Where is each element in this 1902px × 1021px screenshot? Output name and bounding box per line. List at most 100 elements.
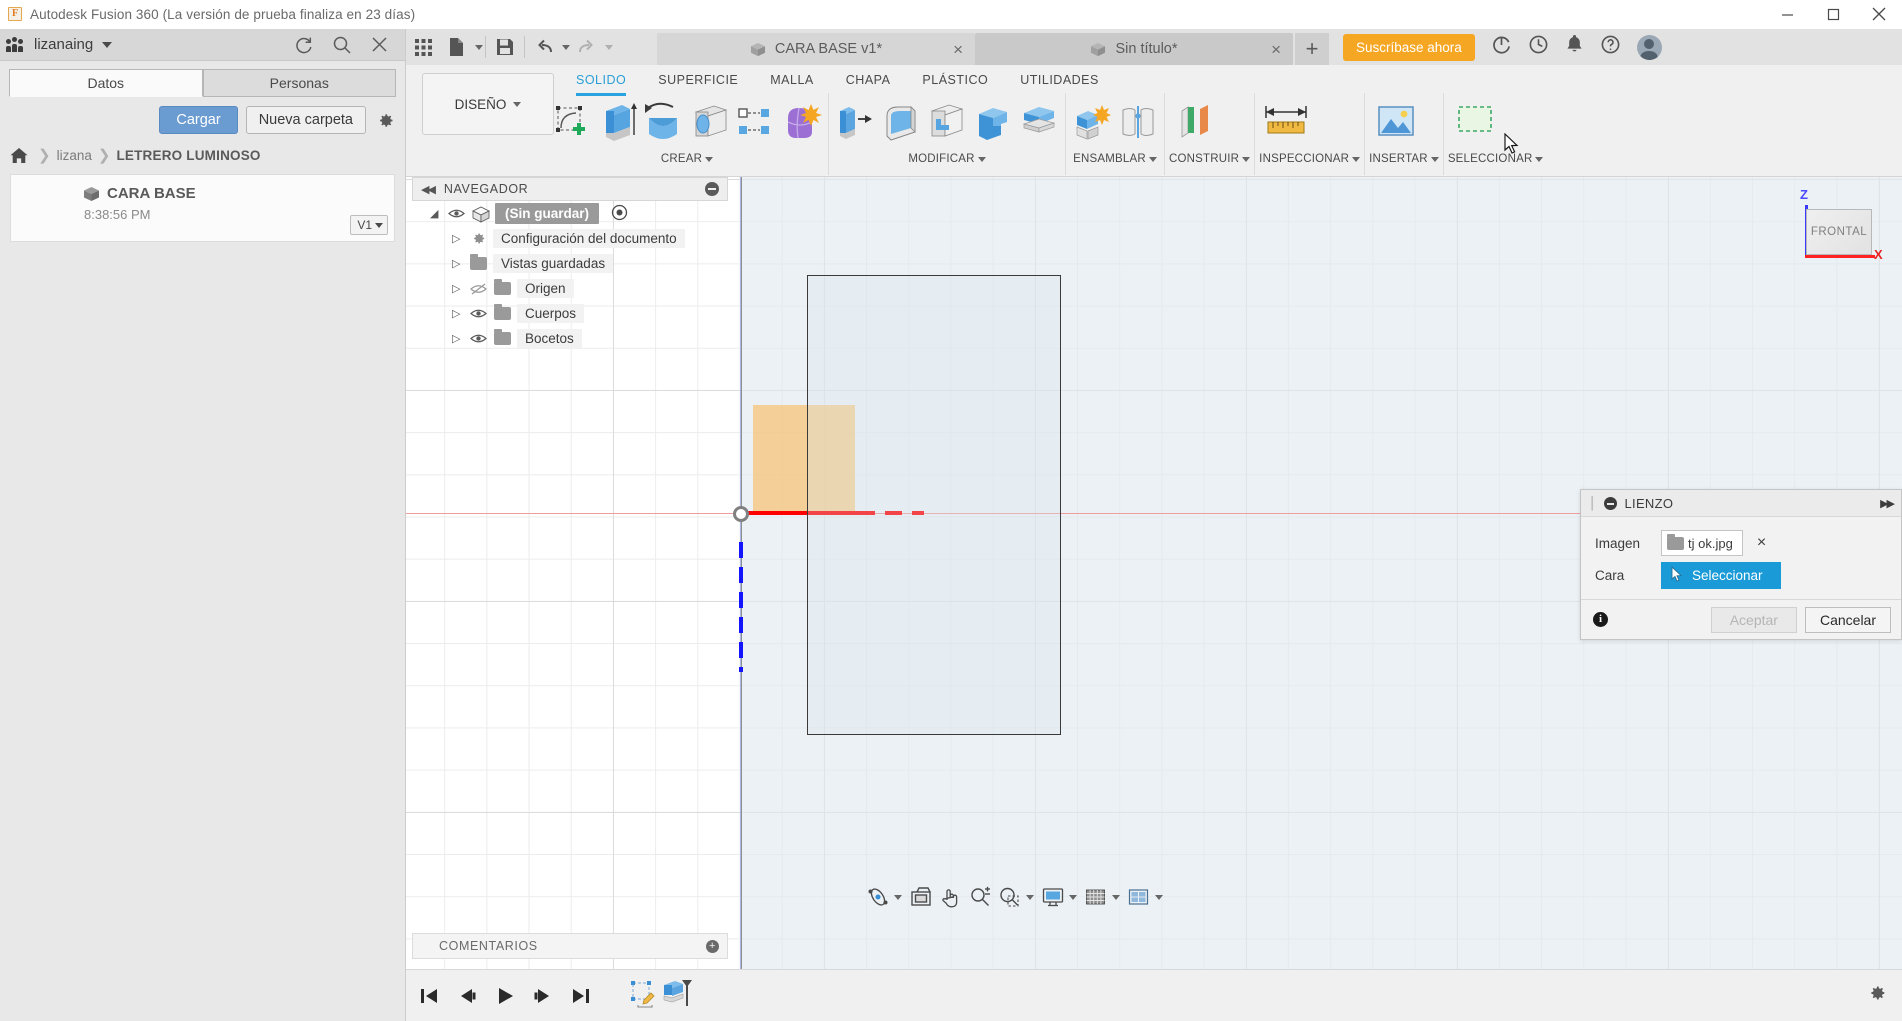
expand-right-icon[interactable]: ▶▶ <box>1880 497 1895 510</box>
create-sketch-icon[interactable] <box>550 95 594 149</box>
document-tab-sin-titulo[interactable]: Sin título* × <box>975 33 1293 65</box>
revolve-icon[interactable] <box>642 95 686 149</box>
form-icon[interactable] <box>780 95 824 149</box>
tab-datos[interactable]: Datos <box>9 69 203 97</box>
zoom-icon[interactable] <box>969 886 991 908</box>
search-icon[interactable] <box>332 35 352 55</box>
play-icon[interactable] <box>494 985 516 1007</box>
go-to-end-icon[interactable] <box>570 985 592 1007</box>
view-cube[interactable]: Z X FRONTAL <box>1772 187 1883 267</box>
save-icon[interactable] <box>488 29 522 65</box>
pattern-icon[interactable] <box>734 95 778 149</box>
lienzo-image-field[interactable]: tj ok.jpg <box>1661 530 1743 556</box>
notifications-bell-icon[interactable] <box>1565 34 1584 60</box>
go-to-start-icon[interactable] <box>418 985 440 1007</box>
eye-visible-icon[interactable] <box>470 333 488 344</box>
minimize-icon[interactable] <box>1764 0 1810 29</box>
close-panel-icon[interactable] <box>370 35 389 54</box>
eye-visible-icon[interactable] <box>470 308 488 319</box>
zoom-window-icon[interactable] <box>998 886 1034 908</box>
undo-icon[interactable] <box>527 29 561 65</box>
new-component-icon[interactable] <box>1070 95 1114 149</box>
drag-handle-icon[interactable]: │ <box>1589 496 1596 510</box>
close-icon[interactable] <box>1856 0 1902 29</box>
job-status-icon[interactable] <box>1528 34 1549 60</box>
chevron-down-icon[interactable] <box>475 44 483 50</box>
comments-bar[interactable]: COMENTARIOS + <box>412 933 728 959</box>
insert-canvas-icon[interactable] <box>1369 95 1423 149</box>
tree-item-bocetos[interactable]: ▷ Bocetos <box>412 326 728 351</box>
help-icon[interactable] <box>1600 34 1621 60</box>
offset-plane-icon[interactable] <box>1169 95 1223 149</box>
lienzo-dialog-header[interactable]: │ LIENZO ▶▶ <box>1581 490 1901 517</box>
document-tab-cara-base[interactable]: CARA BASE v1* × <box>657 33 975 65</box>
step-back-icon[interactable] <box>456 985 478 1007</box>
tree-item-origen[interactable]: ▷ Origen <box>412 276 728 301</box>
upload-button[interactable]: Cargar <box>159 106 238 134</box>
grid-snaps-icon[interactable] <box>1084 886 1120 908</box>
chevron-down-icon[interactable] <box>102 41 113 48</box>
sweep-icon[interactable] <box>688 95 732 149</box>
avatar[interactable] <box>1636 34 1662 60</box>
joint-icon[interactable] <box>1116 95 1160 149</box>
close-icon[interactable]: × <box>953 41 963 58</box>
view-cube-face[interactable]: FRONTAL <box>1806 209 1872 255</box>
tab-personas[interactable]: Personas <box>202 69 396 97</box>
add-comment-icon[interactable]: + <box>706 939 719 953</box>
combine-icon[interactable] <box>971 95 1015 149</box>
body-rectangle[interactable] <box>807 275 1061 735</box>
chevron-down-icon[interactable] <box>562 44 570 50</box>
redo-icon[interactable] <box>570 29 604 65</box>
data-panel-settings-gear-icon[interactable] <box>374 109 396 131</box>
new-document-tab-button[interactable]: + <box>1295 33 1329 65</box>
offset-face-icon[interactable] <box>1017 95 1061 149</box>
expand-arrow-icon[interactable]: ◢ <box>430 207 442 220</box>
tree-item-cuerpos[interactable]: ▷ Cuerpos <box>412 301 728 326</box>
collapse-left-icon[interactable]: ◀◀ <box>421 183 436 196</box>
breadcrumb-item-project[interactable]: lizana <box>57 148 92 163</box>
design-canvas[interactable]: ◀◀ NAVEGADOR ◢ (Sin guardar) ▷ Configura… <box>406 177 1902 969</box>
measure-icon[interactable] <box>1259 95 1313 149</box>
step-forward-icon[interactable] <box>532 985 554 1007</box>
expand-arrow-icon[interactable]: ▷ <box>452 257 464 270</box>
eye-visible-icon[interactable] <box>448 208 466 219</box>
origin-point[interactable] <box>733 506 749 522</box>
expand-arrow-icon[interactable]: ▷ <box>452 332 464 345</box>
breadcrumb-item-folder[interactable]: LETRERO LUMINOSO <box>116 148 260 163</box>
extrude-icon[interactable] <box>596 95 640 149</box>
tree-item-vistas-guardadas[interactable]: ▷ Vistas guardadas <box>412 251 728 276</box>
sketch-feature-icon[interactable] <box>628 978 658 1013</box>
selection-filter-icon[interactable] <box>1448 95 1502 149</box>
tree-item-root[interactable]: ◢ (Sin guardar) <box>412 201 728 226</box>
collapse-dialog-icon[interactable] <box>1603 496 1617 510</box>
subscribe-button[interactable]: Suscríbase ahora <box>1343 33 1475 61</box>
display-settings-icon[interactable] <box>1041 886 1077 908</box>
expand-arrow-icon[interactable]: ▷ <box>452 307 464 320</box>
home-icon[interactable] <box>10 147 28 164</box>
cancel-button[interactable]: Cancelar <box>1804 606 1891 633</box>
select-face-button[interactable]: Seleccionar <box>1661 561 1781 589</box>
panel-options-icon[interactable] <box>705 182 719 196</box>
extensions-icon[interactable] <box>1491 34 1512 60</box>
new-folder-button[interactable]: Nueva carpeta <box>245 106 366 134</box>
eye-hidden-icon[interactable] <box>470 282 488 295</box>
press-pull-icon[interactable] <box>833 95 877 149</box>
orbit-icon[interactable] <box>866 886 902 908</box>
close-icon[interactable]: × <box>1271 41 1281 58</box>
display-state-icon[interactable] <box>611 204 628 224</box>
grid-apps-icon[interactable] <box>406 29 440 65</box>
viewports-icon[interactable] <box>1127 886 1163 908</box>
tree-item-configuracion[interactable]: ▷ Configuración del documento <box>412 226 728 251</box>
pan-icon[interactable] <box>940 886 962 908</box>
look-at-icon[interactable] <box>909 886 933 908</box>
maximize-icon[interactable] <box>1810 0 1856 29</box>
file-version-badge[interactable]: V1 <box>350 215 388 235</box>
info-icon[interactable]: i <box>1593 612 1608 627</box>
new-file-icon[interactable] <box>440 29 474 65</box>
fillet-icon[interactable] <box>879 95 923 149</box>
shell-icon[interactable] <box>925 95 969 149</box>
refresh-icon[interactable] <box>294 35 314 55</box>
list-item[interactable]: CARA BASE 8:38:56 PM <box>11 175 394 222</box>
expand-arrow-icon[interactable]: ▷ <box>452 282 464 295</box>
clear-image-icon[interactable]: × <box>1757 535 1766 551</box>
